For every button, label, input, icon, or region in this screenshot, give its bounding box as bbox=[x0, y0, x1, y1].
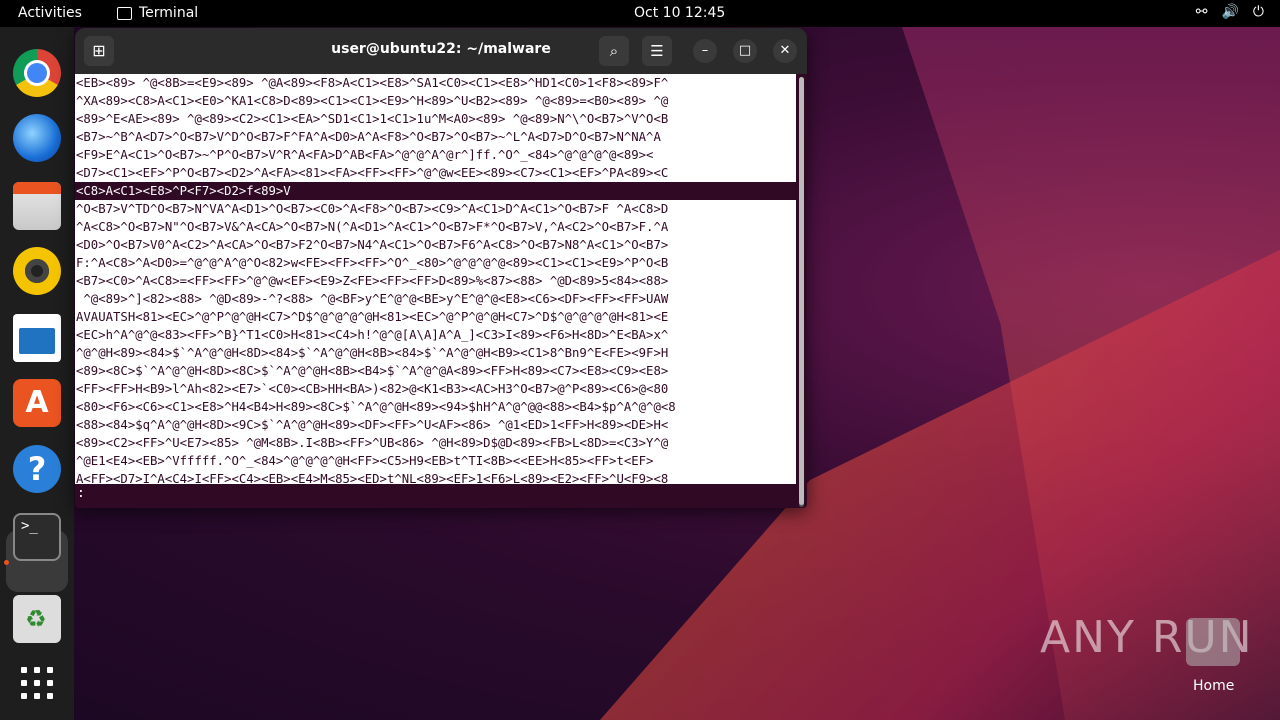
terminal-line: <D7><C1><EF>^P^O<B7><D2>^A<FA><81><FA><F… bbox=[76, 166, 669, 180]
terminal-line: ^XA<89><C8>A<C1><E0>^KA1<C8>D<89><C1><C1… bbox=[76, 94, 669, 108]
chrome-icon[interactable] bbox=[13, 49, 61, 97]
terminal-line: ^O<B7>V^TD^O<B7>N^VA^A<D1>^O<B7><C0>^A<F… bbox=[76, 202, 669, 216]
terminal-line: <EB><89> ^@<8B>=<E9><89> ^@A<89><F8>A<C1… bbox=[76, 76, 669, 90]
terminal-line: <B7>~^B^A<D7>^O<B7>V^D^O<B7>F^FA^A<D0>A^… bbox=[76, 130, 661, 144]
writer-icon[interactable] bbox=[13, 314, 61, 362]
volume-icon[interactable]: 🔊 bbox=[1221, 4, 1238, 20]
terminal-line: ^A<C8>^O<B7>N"^O<B7>V&^A<CA>^O<B7>N(^A<D… bbox=[76, 220, 669, 234]
running-indicator bbox=[4, 560, 9, 565]
close-icon[interactable]: ✕ bbox=[773, 39, 797, 63]
app-name: Terminal bbox=[139, 5, 199, 21]
terminal-line: <D0>^O<B7>V0^A<C2>^A<CA>^O<B7>F2^O<B7>N4… bbox=[76, 238, 669, 252]
terminal-window: ⊞ user@ubuntu22: ~/malware ⌕ ☰ – □ ✕ <EB… bbox=[75, 28, 807, 508]
terminal-line: <F9>E^A<C1>^O<B7>~^P^O<B7>V^R^A<FA>D^AB<… bbox=[76, 148, 654, 162]
menu-icon[interactable]: ☰ bbox=[642, 36, 672, 66]
terminal-line: AVAUATSH<81><EC>^@^P^@^@H<C7>^D$^@^@^@^@… bbox=[76, 310, 669, 324]
home-folder-icon[interactable] bbox=[1186, 618, 1240, 666]
app-center-icon[interactable]: A bbox=[13, 379, 61, 427]
terminal-line: ^@^@H<89><84>$`^A^@^@H<8D><84>$`^A^@^@H<… bbox=[76, 346, 669, 360]
terminal-line: <B7><C0>^A<C8>=<FF><FF>^@^@w<EF><E9>Z<FE… bbox=[76, 274, 669, 288]
terminal-line: <C8>A<C1><E8>^P<F7><D2>f<89>V bbox=[75, 182, 796, 200]
terminal-app-icon bbox=[117, 6, 132, 20]
terminal-line: A<FF><D7>I^A<C4>I<FF><C4><EB><E4>M<85><E… bbox=[76, 472, 669, 484]
terminal-line: <88><84>$q^A^@^@H<8D><9C>$`^A^@^@H<89><D… bbox=[76, 418, 669, 432]
thunderbird-icon[interactable] bbox=[13, 114, 61, 162]
dock: A ? >_ bbox=[0, 27, 74, 720]
files-icon[interactable] bbox=[13, 182, 61, 230]
help-icon[interactable]: ? bbox=[13, 445, 61, 493]
terminal-line: <80><F6><C6><C1><E8>^H4<B4>H<89><8C>$`^A… bbox=[76, 400, 676, 414]
terminal-line: ^@E1<E4><EB>^Vfffff.^O^_<84>^@^@^@^@H<FF… bbox=[76, 454, 654, 468]
activities-button[interactable]: Activities bbox=[18, 5, 82, 21]
terminal-body[interactable]: <EB><89> ^@<8B>=<E9><89> ^@A<89><F8>A<C1… bbox=[75, 74, 796, 508]
minimize-icon[interactable]: – bbox=[693, 39, 717, 63]
show-apps-icon[interactable] bbox=[13, 660, 61, 708]
trash-icon[interactable] bbox=[13, 595, 61, 643]
terminal-line: <89><C2><FF>^U<E7><85> ^@M<8B>.I<8B><FF>… bbox=[76, 436, 669, 450]
power-icon[interactable]: ⏻ bbox=[1253, 4, 1264, 20]
title-bar[interactable]: ⊞ user@ubuntu22: ~/malware ⌕ ☰ – □ ✕ bbox=[75, 28, 807, 74]
scrollbar[interactable] bbox=[799, 77, 804, 507]
terminal-line: ^@<89>^]<82><88> ^@D<89>-^?<88> ^@<BF>y^… bbox=[76, 292, 669, 306]
terminal-line: <89><8C>$`^A^@^@H<8D><8C>$`^A^@^@H<8B><B… bbox=[76, 364, 669, 378]
top-bar: Activities Terminal Oct 10 12:45 ⚯ 🔊 ⏻ bbox=[0, 0, 1280, 27]
maximize-icon[interactable]: □ bbox=[733, 39, 757, 63]
terminal-line: <89>^E<AE><89> ^@<89><C2><C1><EA>^SD1<C1… bbox=[76, 112, 669, 126]
terminal-line: <EC>h^A^@^@<83><FF>^B}^T1<C0>H<81><C4>h!… bbox=[76, 328, 669, 342]
terminal-line: F:^A<C8>^A<D0>=^@^@^A^@^O<82>w<FE><FF><F… bbox=[76, 256, 669, 270]
home-label[interactable]: Home bbox=[1193, 678, 1234, 694]
app-menu[interactable]: Terminal bbox=[117, 5, 198, 21]
rhythmbox-icon[interactable] bbox=[13, 247, 61, 295]
pager-prompt: : bbox=[77, 486, 85, 501]
system-tray[interactable]: ⚯ 🔊 ⏻ bbox=[1196, 4, 1264, 20]
clock[interactable]: Oct 10 12:45 bbox=[634, 5, 725, 21]
scrollbar-thumb[interactable] bbox=[799, 77, 804, 505]
search-icon[interactable]: ⌕ bbox=[599, 36, 629, 66]
network-icon[interactable]: ⚯ bbox=[1196, 4, 1208, 20]
terminal-line: <FF><FF>H<B9>l^Ah<82><E7>`<C0><CB>HH<BA>… bbox=[76, 382, 669, 396]
terminal-output[interactable]: <EB><89> ^@<8B>=<E9><89> ^@A<89><F8>A<C1… bbox=[75, 74, 796, 484]
terminal-dock-icon[interactable]: >_ bbox=[13, 513, 61, 561]
